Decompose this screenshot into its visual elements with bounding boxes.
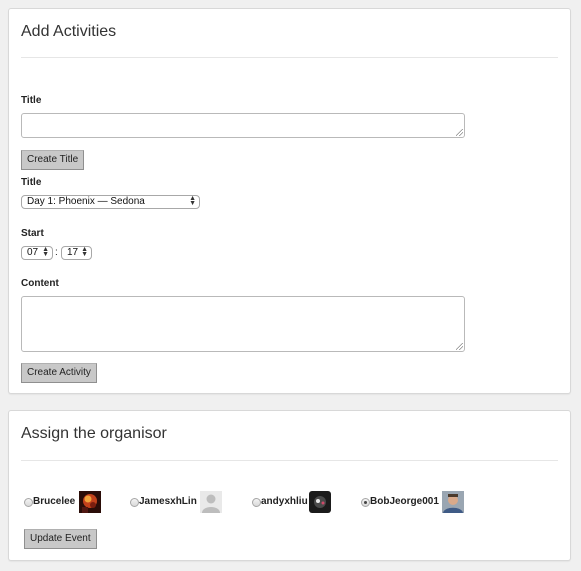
organisor-option-andyxhliu[interactable]: andyxhliu xyxy=(252,491,337,513)
add-activities-panel: Add Activities Title Create Title Title … xyxy=(8,8,571,394)
content-textarea[interactable] xyxy=(21,296,465,352)
start-minute-select[interactable]: 17 ▲ ▼ xyxy=(61,246,92,260)
organisor-option-jamesxhlin[interactable]: JamesxhLin xyxy=(130,491,225,513)
title-select-value: Day 1: Phoenix — Sedona xyxy=(27,196,145,207)
dark-photo-avatar-icon xyxy=(309,491,331,513)
organisor-radio[interactable] xyxy=(252,498,261,507)
title-select[interactable]: Day 1: Phoenix — Sedona ▲ ▼ xyxy=(21,195,200,209)
heading-divider xyxy=(21,57,558,58)
content-label: Content xyxy=(21,278,59,289)
resize-grip-icon[interactable] xyxy=(456,129,463,136)
select-arrows-icon: ▲ ▼ xyxy=(42,246,49,258)
organisor-name: JamesxhLin xyxy=(139,496,197,507)
start-label: Start xyxy=(21,228,44,239)
start-minute-value: 17 xyxy=(67,247,79,258)
organisor-radio[interactable] xyxy=(130,498,139,507)
start-hour-select[interactable]: 07 ▲ ▼ xyxy=(21,246,53,260)
fire-photo-avatar-icon xyxy=(79,491,101,513)
create-activity-button[interactable]: Create Activity xyxy=(21,363,97,383)
heading-divider xyxy=(21,460,558,461)
time-separator: : xyxy=(55,247,58,258)
resize-grip-icon[interactable] xyxy=(456,343,463,350)
title-select-label: Title xyxy=(21,177,42,188)
update-event-button[interactable]: Update Event xyxy=(24,529,97,549)
organisor-option-brucelee[interactable]: Brucelee xyxy=(24,491,104,513)
select-arrows-icon: ▲ ▼ xyxy=(81,246,88,258)
select-arrows-icon: ▲ ▼ xyxy=(189,195,196,207)
add-activities-heading: Add Activities xyxy=(21,23,117,40)
start-hour-value: 07 xyxy=(27,247,39,258)
title-label: Title xyxy=(21,95,42,106)
default-person-avatar-icon xyxy=(200,491,222,513)
avatar xyxy=(79,491,101,513)
organisor-radio[interactable] xyxy=(24,498,33,507)
man-photo-avatar-icon xyxy=(442,491,464,513)
organisor-name: andyxhliu xyxy=(261,496,308,507)
organisor-name: BobJeorge001 xyxy=(370,496,439,507)
organisor-name: Brucelee xyxy=(33,496,76,507)
title-input[interactable] xyxy=(21,113,465,138)
organisor-radio[interactable] xyxy=(361,498,370,507)
create-title-button[interactable]: Create Title xyxy=(21,150,85,170)
assign-organisor-panel: Assign the organisor Brucelee JamesxhLin xyxy=(8,410,571,561)
avatar xyxy=(442,491,464,513)
assign-organisor-heading: Assign the organisor xyxy=(21,425,167,442)
organisor-option-bobjeorge001[interactable]: BobJeorge001 xyxy=(361,491,466,513)
avatar xyxy=(309,491,331,513)
avatar xyxy=(200,491,222,513)
